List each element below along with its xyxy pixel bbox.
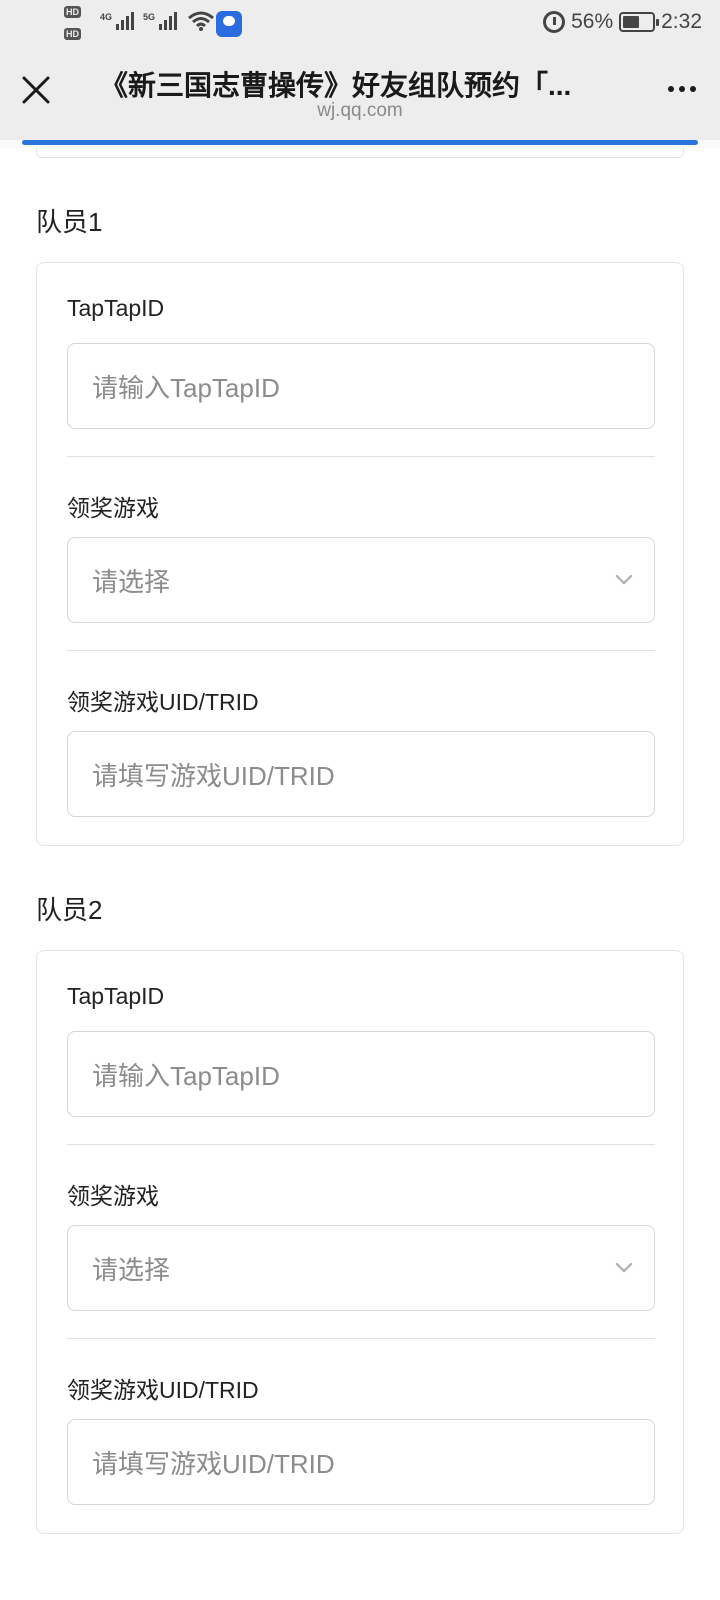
taptap-id-label: TapTapID [67,983,165,1009]
reward-game-label: 领奖游戏 [67,495,159,521]
member-2-card: TapTapID 请输入TapTapID 领奖游戏 请选择 领奖游戏UID/TR… [36,950,684,1534]
reward-game-placeholder: 请选择 [92,566,171,597]
app-notification-icon [216,11,242,37]
taptap-id-input[interactable]: 请输入TapTapID [67,343,655,429]
battery-percent: 56% [571,10,614,33]
form-content: 队员1 TapTapID 请输入TapTapID 领奖游戏 请选择 领奖游戏UI… [0,148,720,1600]
reward-game-uid-input[interactable]: 请填写游戏UID/TRID [67,1419,655,1505]
reward-game-placeholder: 请选择 [92,1254,171,1285]
wifi-icon [188,11,214,31]
reward-game-uid-label: 领奖游戏UID/TRID [67,689,259,715]
hd-indicator-2: HD [64,28,81,40]
member-2-title: 队员2 [36,895,103,925]
member-1-title: 队员1 [36,207,103,237]
reward-game-select[interactable]: 请选择 [67,1225,655,1311]
divider [67,650,655,651]
hd-indicator-1: HD [64,6,81,18]
reward-game-label: 领奖游戏 [67,1183,159,1209]
signal-icon-1: 4G [100,12,135,30]
status-right: 56% 2:32 [543,10,702,34]
reward-game-uid-label: 领奖游戏UID/TRID [67,1377,259,1403]
page-title: 《新三国志曹操传》好友组队预约「... [100,70,572,101]
battery-icon [619,12,660,32]
alarm-icon [543,11,566,33]
previous-card-edge [36,148,684,158]
status-bar: HD HD 4G 5G 56% 2:32 [0,0,720,48]
clock: 2:32 [661,10,702,33]
loading-progress-bar [22,140,698,145]
browser-title-bar: 《新三国志曹操传》好友组队预约「... wj.qq.com [0,48,720,140]
taptap-id-input[interactable]: 请输入TapTapID [67,1031,655,1117]
member-1-card: TapTapID 请输入TapTapID 领奖游戏 请选择 领奖游戏UID/TR… [36,262,684,846]
divider [67,1338,655,1339]
page-url: wj.qq.com [317,100,403,121]
divider [67,1144,655,1145]
taptap-id-label: TapTapID [67,295,165,321]
signal-icon-2: 5G [143,12,178,30]
divider [67,456,655,457]
reward-game-uid-input[interactable]: 请填写游戏UID/TRID [67,731,655,817]
reward-game-select[interactable]: 请选择 [67,537,655,623]
chevron-down-icon [615,567,633,585]
more-icon[interactable] [668,86,696,92]
chevron-down-icon [615,1255,633,1273]
